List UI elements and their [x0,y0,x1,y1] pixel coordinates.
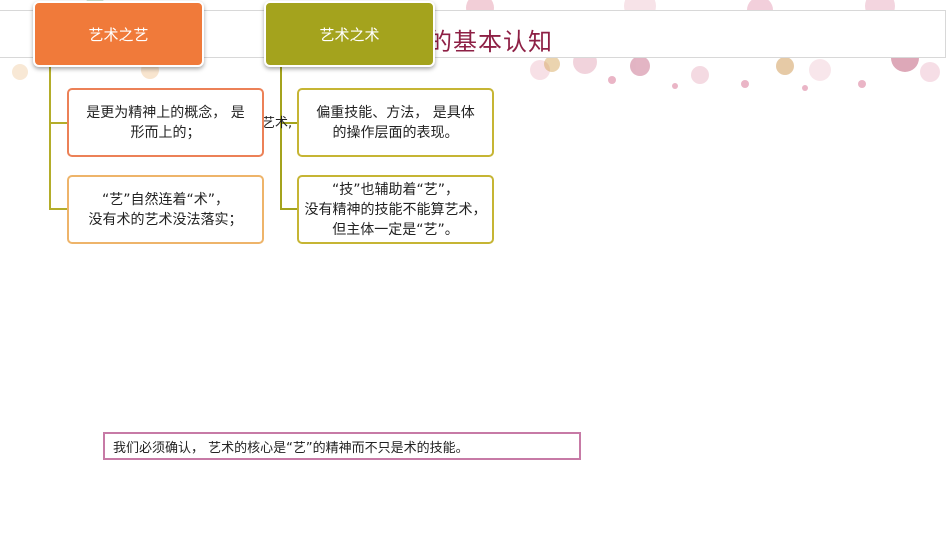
category-art-technique: 艺术之术 [264,1,435,67]
category-art-spirit: 艺术之艺 [33,1,204,67]
tech-connector [280,67,297,210]
tech-node-skill: 偏重技能、方法， 是具体 的操作层面的表现。 [297,88,494,157]
art-connector [49,67,67,210]
art-node-connection: “艺”自然连着“术”， 没有术的艺术没法落实； [67,175,264,244]
art-node-concept: 是更为精神上的概念， 是 形而上的； [67,88,264,157]
tech-node-support: “技”也辅助着“艺”， 没有精神的技能不能算艺术， 但主体一定是“艺”。 [297,175,494,244]
partially-hidden-text: 艺术, [262,116,293,131]
summary-statement: 我们必须确认， 艺术的核心是“艺”的精神而不只是术的技能。 [103,432,581,460]
